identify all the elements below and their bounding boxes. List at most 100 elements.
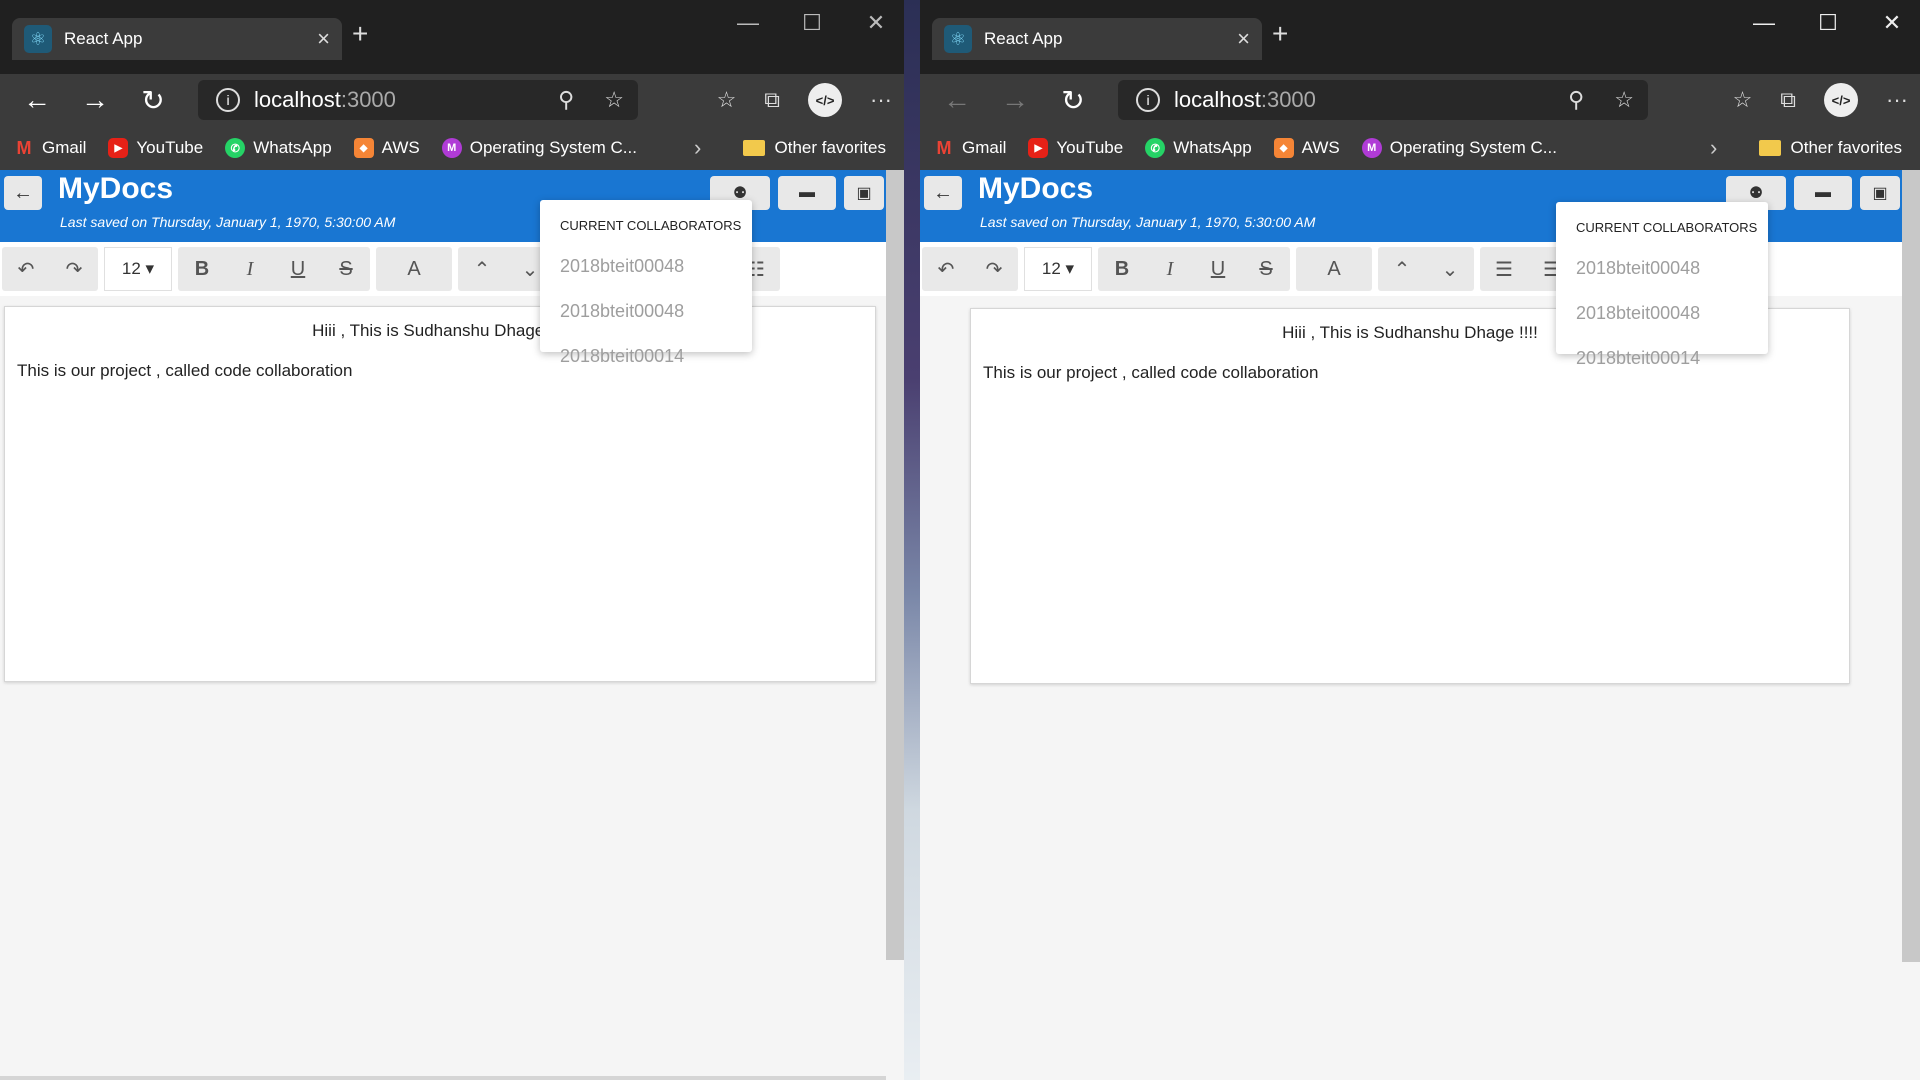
devtools-icon[interactable]: </> (808, 83, 843, 117)
favorites-icon[interactable]: ☆ (1733, 87, 1753, 113)
back-button[interactable]: ← (924, 176, 962, 210)
other-favorites[interactable]: Other favorites (1758, 138, 1902, 158)
refresh-icon[interactable]: ↻ (1044, 84, 1102, 117)
bookmark-gmail[interactable]: M Gmail (14, 138, 87, 158)
bookmark-youtube[interactable]: ▶ YouTube (1028, 138, 1123, 158)
star-icon[interactable]: ☆ (604, 87, 624, 113)
more-icon[interactable]: ··· (870, 87, 892, 113)
url-field[interactable]: i localhost:3000 ⚲ ☆ (1118, 80, 1648, 120)
align-left-icon[interactable]: ☰ (1480, 257, 1528, 282)
new-tab-button[interactable]: + (352, 18, 368, 50)
font-size-select[interactable]: 12 ▾ (104, 247, 172, 291)
forward-icon[interactable]: → (66, 84, 124, 116)
browser-tab[interactable]: ⚛ React App × (932, 18, 1262, 60)
italic-button[interactable]: I (226, 258, 274, 281)
redo-icon[interactable]: ↷ (50, 257, 98, 282)
star-icon[interactable]: ☆ (1614, 87, 1634, 113)
bookmark-aws[interactable]: ◆ AWS (1273, 138, 1340, 158)
maximize-icon[interactable]: ☐ (794, 10, 830, 36)
close-icon[interactable]: ✕ (1874, 10, 1910, 36)
close-icon[interactable]: ✕ (858, 10, 894, 36)
app-page: ← MyDocs Last saved on Thursday, January… (920, 170, 1920, 1080)
collections-icon[interactable]: ⧉ (1780, 87, 1796, 113)
collaborator-item[interactable]: 2018bteit00048 (540, 289, 752, 334)
tab-close-icon[interactable]: × (1237, 26, 1250, 52)
text-color-button[interactable]: A (1310, 258, 1358, 281)
url-field[interactable]: i localhost:3000 ⚲ ☆ (198, 80, 638, 120)
bookmarks-bar: M Gmail ▶ YouTube ✆ WhatsApp ◆ AWS M Operatin… (0, 126, 904, 170)
collaborator-item[interactable]: 2018bteit00014 (1556, 336, 1768, 381)
underline-button[interactable]: U (1194, 258, 1242, 281)
save-icon: ▣ (856, 185, 872, 202)
chevron-up-icon[interactable]: ⌃ (458, 257, 506, 282)
window-controls: — ☐ ✕ (730, 10, 894, 36)
tab-title: React App (984, 29, 1063, 48)
redo-icon[interactable]: ↷ (970, 257, 1018, 282)
bookmark-label: Operating System C... (469, 138, 637, 157)
text-color-button[interactable]: A (390, 258, 438, 281)
back-icon[interactable]: ← (8, 84, 66, 116)
devtools-icon[interactable]: </> (1824, 83, 1859, 117)
bookmark-aws[interactable]: ◆ AWS (353, 138, 420, 158)
save-button[interactable]: ▣ (844, 176, 884, 210)
font-size-value: 12 (121, 259, 141, 278)
back-icon[interactable]: ← (928, 84, 986, 116)
delete-button[interactable]: ▬ (1794, 176, 1852, 210)
chevron-right-icon[interactable]: › (694, 135, 701, 161)
vertical-scrollbar[interactable] (1902, 170, 1920, 962)
aws-icon: ◆ (353, 138, 374, 158)
bookmark-os[interactable]: M Operating System C... (441, 138, 637, 158)
maximize-icon[interactable]: ☐ (1810, 10, 1846, 36)
tab-title: React App (64, 29, 143, 48)
aws-icon: ◆ (1273, 138, 1294, 158)
heading-group: ⌃ ⌄ (1378, 247, 1474, 291)
bookmark-label: AWS (381, 138, 420, 157)
bookmark-whatsapp[interactable]: ✆ WhatsApp (225, 138, 332, 158)
undo-icon[interactable]: ↶ (2, 257, 50, 282)
bookmark-os[interactable]: M Operating System C... (1361, 138, 1557, 158)
chevron-down-icon[interactable]: ⌄ (1426, 257, 1474, 282)
collaborator-item[interactable]: 2018bteit00048 (1556, 246, 1768, 291)
bookmark-gmail[interactable]: M Gmail (934, 138, 1007, 158)
horizontal-scrollbar[interactable] (0, 1076, 886, 1080)
other-favorites[interactable]: Other favorites (742, 138, 886, 158)
bold-button[interactable]: B (1098, 258, 1146, 281)
more-icon[interactable]: ··· (1886, 87, 1908, 113)
font-size-select[interactable]: 12 ▾ (1024, 247, 1092, 291)
search-icon[interactable]: ⚲ (1568, 87, 1584, 113)
italic-button[interactable]: I (1146, 258, 1194, 281)
vertical-scrollbar[interactable] (886, 170, 904, 960)
favorites-icon[interactable]: ☆ (717, 87, 737, 113)
bookmark-youtube[interactable]: ▶ YouTube (108, 138, 203, 158)
bookmark-label: YouTube (1056, 138, 1124, 157)
refresh-icon[interactable]: ↻ (124, 84, 182, 117)
app-header: ← MyDocs Last saved on Thursday, January… (920, 170, 1920, 242)
browser-tab[interactable]: ⚛ React App × (12, 18, 342, 60)
collaborator-item[interactable]: 2018bteit00048 (1556, 291, 1768, 336)
tab-close-icon[interactable]: × (317, 26, 330, 52)
delete-button[interactable]: ▬ (778, 176, 836, 210)
bookmark-whatsapp[interactable]: ✆ WhatsApp (1145, 138, 1252, 158)
underline-button[interactable]: U (274, 258, 322, 281)
info-icon[interactable]: i (216, 88, 240, 112)
back-button[interactable]: ← (4, 176, 42, 210)
editor-toolbar: ↶ ↷ 12 ▾ B I U S A ⌃ ⌄ ☰ ☷ (0, 242, 904, 296)
chevron-up-icon[interactable]: ⌃ (1378, 257, 1426, 282)
search-icon[interactable]: ⚲ (558, 87, 574, 113)
forward-icon[interactable]: → (986, 84, 1044, 116)
minimize-icon[interactable]: — (1746, 10, 1782, 36)
chevron-right-icon[interactable]: › (1710, 135, 1717, 161)
info-icon[interactable]: i (1136, 88, 1160, 112)
strikethrough-button[interactable]: S (322, 258, 370, 281)
collaborator-item[interactable]: 2018bteit00014 (540, 334, 752, 379)
strikethrough-button[interactable]: S (1242, 258, 1290, 281)
save-button[interactable]: ▣ (1860, 176, 1900, 210)
undo-icon[interactable]: ↶ (922, 257, 970, 282)
address-bar-row: ← → ↻ i localhost:3000 ⚲ ☆ ☆ ⧉ </> ··· (0, 74, 904, 126)
text-color-group: A (376, 247, 452, 291)
collections-icon[interactable]: ⧉ (764, 87, 780, 113)
minimize-icon[interactable]: — (730, 10, 766, 36)
bold-button[interactable]: B (178, 258, 226, 281)
collaborator-item[interactable]: 2018bteit00048 (540, 244, 752, 289)
new-tab-button[interactable]: + (1272, 18, 1288, 50)
